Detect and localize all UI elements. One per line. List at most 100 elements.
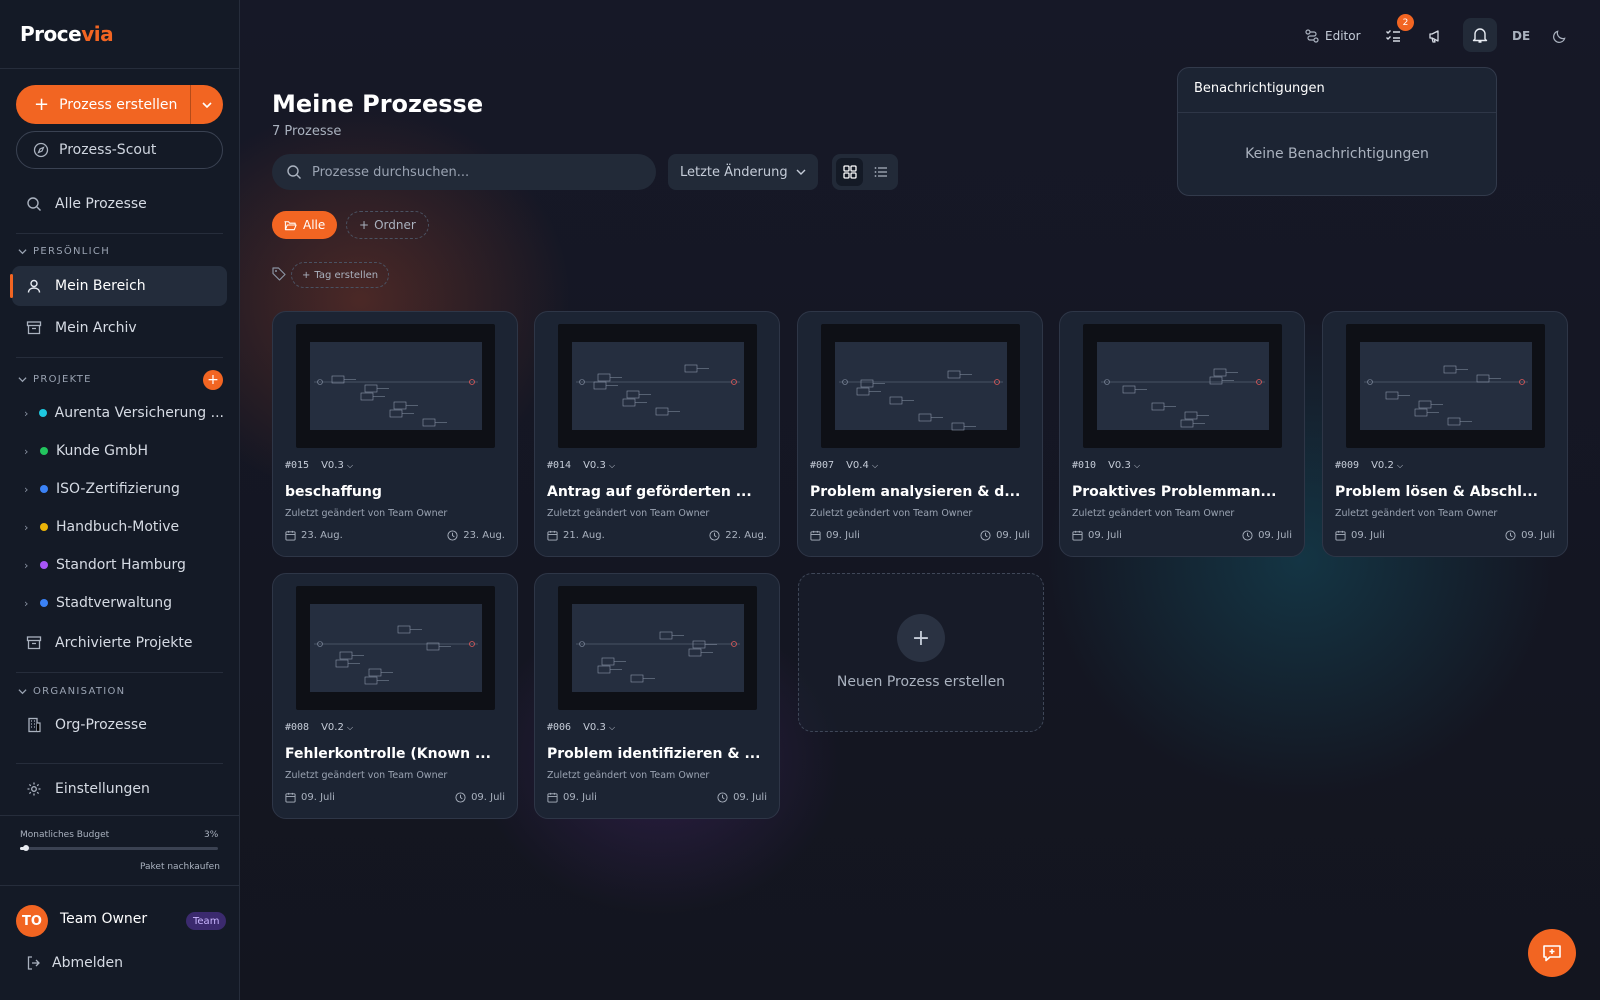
user-name: Team Owner [60, 911, 148, 927]
budget-progress-knob [22, 845, 29, 851]
process-subtitle: Zuletzt geändert von Team Owner [285, 508, 448, 519]
view-toggle [832, 154, 898, 190]
version-dropdown[interactable]: V0.2 ⌵ [1371, 460, 1403, 471]
notifications-button[interactable] [1463, 18, 1497, 52]
clock-icon [717, 792, 728, 803]
modified-date: 09. Juli [980, 530, 1030, 541]
process-scout-button[interactable]: Prozess-Scout [16, 131, 223, 169]
sidebar-item-project[interactable]: › Standort Hamburg [24, 550, 224, 580]
nav-archived-projects[interactable]: Archivierte Projekte [12, 623, 227, 663]
create-process-button[interactable]: + Prozess erstellen [16, 85, 191, 124]
logout-label: Abmelden [52, 955, 123, 971]
process-card[interactable]: #009 V0.2 ⌵ Problem lösen & Abschl... Zu… [1322, 311, 1568, 557]
add-project-button[interactable]: + [203, 370, 223, 390]
nav-my-area[interactable]: Mein Bereich [10, 266, 227, 306]
created-date: 09. Juli [810, 530, 860, 541]
sidebar-item-project[interactable]: › Stadtverwaltung [24, 588, 224, 618]
card-dates: 09. Juli 09. Juli [1072, 530, 1292, 541]
new-process-card[interactable]: + Neuen Prozess erstellen [798, 573, 1044, 732]
logout-button[interactable]: Abmelden [26, 955, 123, 971]
sidebar-item-project[interactable]: › ISO-Zertifizierung [24, 474, 224, 504]
new-process-label: Neuen Prozess erstellen [836, 674, 1006, 690]
process-card[interactable]: #008 V0.2 ⌵ Fehlerkontrolle (Known ... Z… [272, 573, 518, 819]
list-view-button[interactable] [867, 158, 894, 186]
process-card[interactable]: #006 V0.3 ⌵ Problem identifizieren & ...… [534, 573, 780, 819]
version-dropdown[interactable]: V0.3 ⌵ [583, 722, 615, 733]
version-dropdown[interactable]: V0.3 ⌵ [321, 460, 353, 471]
process-card[interactable]: #007 V0.4 ⌵ Problem analysieren & d... Z… [797, 311, 1043, 557]
list-icon [874, 167, 887, 177]
create-process-split-button: + Prozess erstellen [16, 85, 223, 124]
language-switch[interactable]: DE [1512, 26, 1530, 46]
sidebar-item-project[interactable]: › Aurenta Versicherung ... [24, 398, 224, 428]
calendar-icon [547, 792, 558, 803]
editor-label: Editor [1325, 29, 1361, 43]
create-process-dropdown-button[interactable] [191, 85, 223, 124]
process-card[interactable]: #010 V0.3 ⌵ Proaktives Problemman... Zul… [1059, 311, 1305, 557]
version-label: V0.3 [583, 460, 606, 471]
chevron-down-icon: ⌵ [1134, 461, 1141, 470]
process-card[interactable]: #014 V0.3 ⌵ Antrag auf geförderten ... Z… [534, 311, 780, 557]
sidebar-item-project[interactable]: › Kunde GmbH [24, 436, 224, 466]
section-organisation-toggle[interactable]: ORGANISATION [18, 686, 125, 697]
section-organisation-title: ORGANISATION [33, 686, 126, 697]
compass-icon [33, 142, 49, 158]
section-personal-toggle[interactable]: PERSÖNLICH [18, 246, 110, 257]
version-label: V0.2 [1371, 460, 1394, 471]
nav-my-archive[interactable]: Mein Archiv [12, 308, 227, 348]
create-tag-chip[interactable]: + Tag erstellen [291, 262, 390, 288]
project-label: ISO-Zertifizierung [56, 481, 180, 497]
budget-percent: 3% [204, 830, 219, 840]
search-icon [287, 165, 301, 179]
divider [0, 68, 240, 69]
process-number: #008 [285, 722, 310, 733]
notifications-panel: Benachrichtigungen Keine Benachrichtigun… [1177, 67, 1497, 196]
add-folder-chip[interactable]: + Ordner [346, 211, 429, 239]
modified-date: 09. Juli [1242, 530, 1292, 541]
nav-all-processes[interactable]: Alle Prozesse [12, 184, 227, 224]
theme-toggle[interactable] [1552, 26, 1567, 46]
tasks-button[interactable] [1385, 26, 1401, 46]
moon-icon [1553, 29, 1566, 43]
nav-org-processes[interactable]: Org-Prozesse [12, 705, 227, 745]
process-thumbnail [558, 324, 757, 448]
divider [1178, 112, 1496, 113]
card-dates: 09. Juli 09. Juli [547, 792, 767, 803]
section-projects-toggle[interactable]: PROJEKTE [18, 374, 92, 385]
chevron-right-icon: › [24, 406, 29, 420]
card-dates: 23. Aug. 23. Aug. [285, 530, 505, 541]
version-dropdown[interactable]: V0.3 ⌵ [583, 460, 615, 471]
buy-package-link[interactable]: Paket nachkaufen [140, 862, 220, 872]
logo[interactable]: Procevia [20, 22, 114, 46]
process-number: #010 [1072, 460, 1097, 471]
grid-view-button[interactable] [836, 158, 863, 186]
version-dropdown[interactable]: V0.2 ⌵ [321, 722, 353, 733]
card-meta: #007 V0.4 ⌵ [810, 460, 878, 471]
chat-button[interactable] [1528, 929, 1576, 977]
filter-all-chip[interactable]: Alle [272, 211, 338, 239]
logout-icon [27, 956, 40, 970]
announcements-button[interactable] [1428, 26, 1444, 46]
sidebar-item-project[interactable]: › Handbuch-Motive [24, 512, 224, 542]
search-input[interactable] [312, 164, 632, 180]
version-dropdown[interactable]: V0.4 ⌵ [846, 460, 878, 471]
process-subtitle: Zuletzt geändert von Team Owner [285, 770, 448, 781]
chevron-down-icon [18, 689, 27, 695]
card-meta: #009 V0.2 ⌵ [1335, 460, 1403, 471]
divider [16, 763, 223, 764]
process-card[interactable]: #015 V0.3 ⌵ beschaffung Zuletzt geändert… [272, 311, 518, 557]
nav-archived-projects-label: Archivierte Projekte [55, 635, 193, 651]
avatar[interactable]: TO [16, 905, 48, 937]
card-meta: #006 V0.3 ⌵ [547, 722, 615, 733]
nav-settings-label: Einstellungen [55, 781, 150, 797]
process-thumbnail [1083, 324, 1282, 448]
nav-settings[interactable]: Einstellungen [12, 769, 227, 809]
process-title: Antrag auf geförderten ... [547, 484, 752, 500]
clock-icon [980, 530, 991, 541]
sort-select[interactable]: Letzte Änderung [668, 154, 818, 190]
version-dropdown[interactable]: V0.3 ⌵ [1108, 460, 1140, 471]
route-icon [1305, 29, 1319, 43]
project-label: Stadtverwaltung [56, 595, 173, 611]
sidebar: Procevia + Prozess erstellen Prozess-Sco… [0, 0, 240, 1000]
editor-button[interactable]: Editor [1305, 26, 1361, 46]
